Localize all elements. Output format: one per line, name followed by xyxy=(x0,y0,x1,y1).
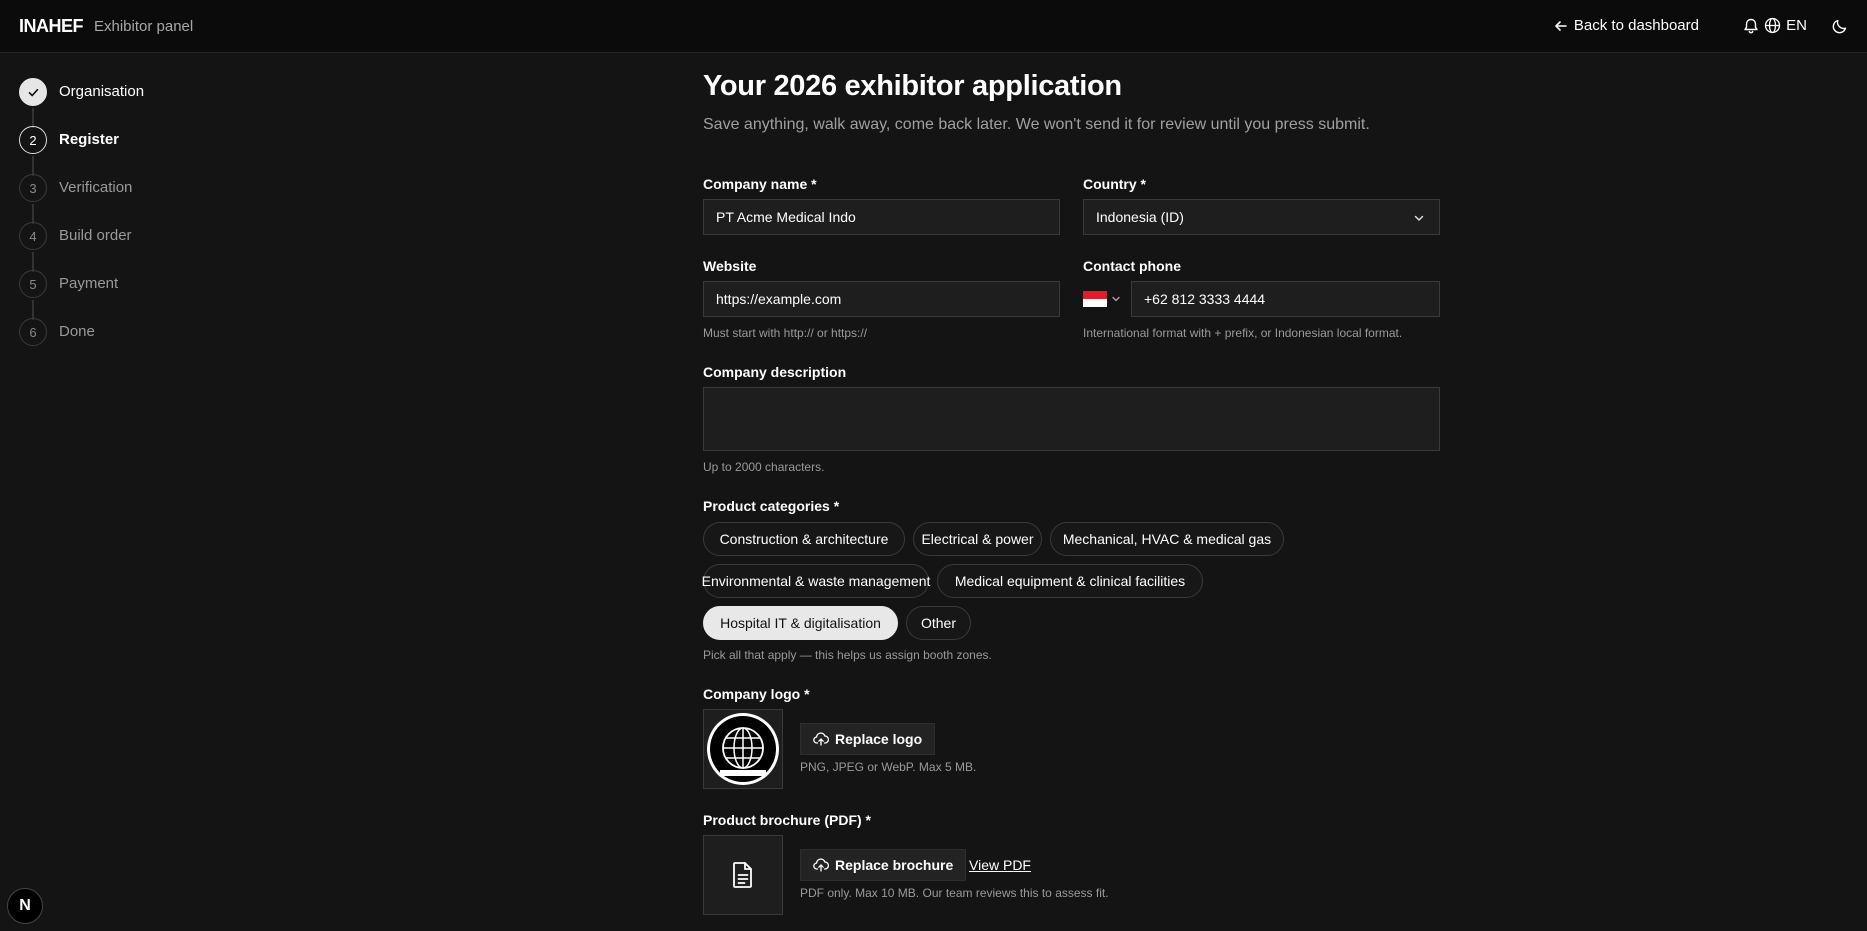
website-label: Website xyxy=(703,258,757,274)
step-check-circle xyxy=(19,78,47,106)
step-label: Verification xyxy=(59,179,133,196)
country-select[interactable]: Indonesia (ID) xyxy=(1083,199,1440,235)
logo-preview xyxy=(703,709,783,789)
phone-input[interactable]: +62 812 3333 4444 xyxy=(1131,281,1440,317)
company-name-label: Company name * xyxy=(703,176,817,192)
step-register[interactable]: 2 Register xyxy=(19,126,239,154)
phone-country-select[interactable] xyxy=(1083,281,1127,317)
top-bar: INAHEF Exhibitor panel Back to dashboard… xyxy=(0,0,1867,53)
cloud-upload-icon xyxy=(813,858,829,872)
company-name-value: PT Acme Medical Indo xyxy=(716,209,856,225)
page-title: Your 2026 exhibitor application xyxy=(703,70,1122,102)
step-connector xyxy=(32,156,34,176)
phone-label: Contact phone xyxy=(1083,258,1181,274)
back-to-dashboard-label: Back to dashboard xyxy=(1573,17,1699,34)
step-label: Done xyxy=(59,323,95,340)
phone-hint: International format with + prefix, or I… xyxy=(1083,326,1403,340)
logo-label: Company logo * xyxy=(703,686,810,702)
globe-logo-icon xyxy=(707,713,779,785)
category-chip[interactable]: Electrical & power xyxy=(913,522,1042,556)
phone-value: +62 812 3333 4444 xyxy=(1144,291,1266,307)
replace-brochure-label: Replace brochure xyxy=(835,857,954,873)
replace-logo-button[interactable]: Replace logo xyxy=(800,723,936,755)
step-done[interactable]: 6 Done xyxy=(19,318,239,346)
description-hint: Up to 2000 characters. xyxy=(703,460,825,474)
chevron-down-icon xyxy=(1112,296,1120,302)
website-hint: Must start with http:// or https:// xyxy=(703,326,868,340)
check-icon xyxy=(28,88,38,96)
website-input[interactable]: https://example.com xyxy=(703,281,1060,317)
description-label: Company description xyxy=(703,364,847,380)
brochure-preview xyxy=(703,835,783,915)
category-chip[interactable]: Other xyxy=(906,606,971,640)
step-label: Register xyxy=(59,131,120,148)
category-chip[interactable]: Medical equipment & clinical facilities xyxy=(937,564,1203,598)
step-number: 2 xyxy=(19,126,47,154)
category-chip-selected[interactable]: Hospital IT & digitalisation xyxy=(703,606,898,640)
view-pdf-link[interactable]: View PDF xyxy=(969,857,1031,873)
back-to-dashboard-link[interactable]: Back to dashboard xyxy=(1554,17,1699,34)
step-verification[interactable]: 3 Verification xyxy=(19,174,239,202)
cloud-upload-icon xyxy=(813,732,829,746)
step-label: Payment xyxy=(59,275,119,292)
step-organisation[interactable]: Organisation xyxy=(19,78,239,106)
step-build-order[interactable]: 4 Build order xyxy=(19,222,239,250)
brochure-hint: PDF only. Max 10 MB. Our team reviews th… xyxy=(800,886,1109,900)
dev-tools-badge[interactable]: N xyxy=(7,888,43,924)
categories-label: Product categories * xyxy=(703,498,840,514)
bell-icon[interactable] xyxy=(1742,17,1760,35)
country-value: Indonesia (ID) xyxy=(1096,209,1184,225)
country-label: Country * xyxy=(1083,176,1146,192)
indonesia-flag-icon xyxy=(1083,291,1107,307)
replace-logo-label: Replace logo xyxy=(835,731,923,747)
step-label: Build order xyxy=(59,227,132,244)
company-name-input[interactable]: PT Acme Medical Indo xyxy=(703,199,1060,235)
website-value: https://example.com xyxy=(716,291,842,307)
panel-label: Exhibitor panel xyxy=(94,18,194,35)
step-connector xyxy=(32,300,34,320)
step-label: Organisation xyxy=(59,83,145,100)
step-connector xyxy=(32,108,34,128)
step-payment[interactable]: 5 Payment xyxy=(19,270,239,298)
document-icon xyxy=(733,862,752,888)
step-number: 4 xyxy=(19,222,47,250)
category-chip[interactable]: Environmental & waste management xyxy=(702,564,930,598)
step-number: 6 xyxy=(19,318,47,346)
description-textarea[interactable] xyxy=(703,387,1440,451)
category-chip[interactable]: Mechanical, HVAC & medical gas xyxy=(1050,522,1284,556)
replace-brochure-button[interactable]: Replace brochure xyxy=(800,849,967,881)
step-connector xyxy=(32,252,34,272)
step-number: 5 xyxy=(19,270,47,298)
step-number: 3 xyxy=(19,174,47,202)
chevron-down-icon xyxy=(1414,215,1424,221)
brochure-label: Product brochure (PDF) * xyxy=(703,812,872,828)
language-switcher[interactable]: EN xyxy=(1764,17,1807,34)
arrow-left-icon xyxy=(1555,20,1567,31)
step-connector xyxy=(32,204,34,224)
globe-icon xyxy=(1765,17,1781,34)
page-subtitle: Save anything, walk away, come back late… xyxy=(703,116,1370,133)
categories-hint: Pick all that apply — this helps us assi… xyxy=(703,648,992,662)
moon-icon[interactable] xyxy=(1831,17,1849,35)
category-chip[interactable]: Construction & architecture xyxy=(703,522,905,556)
language-label: EN xyxy=(1786,17,1807,34)
brand-logo[interactable]: INAHEF xyxy=(19,16,84,37)
logo-hint: PNG, JPEG or WebP. Max 5 MB. xyxy=(800,760,977,774)
